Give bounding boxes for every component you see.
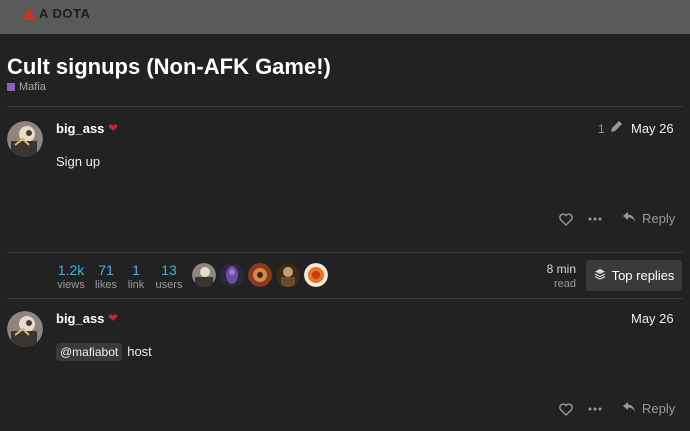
like-heart-icon[interactable] — [557, 210, 575, 228]
stat-likes[interactable]: 71 likes — [93, 262, 119, 292]
site-header: A DOTA — [0, 0, 690, 34]
logo-text: A DOTA — [39, 5, 91, 21]
stat-label: likes — [94, 279, 117, 291]
post-text: host — [127, 344, 152, 359]
reply-button[interactable]: Reply — [622, 401, 675, 416]
avatar[interactable] — [7, 311, 43, 347]
top-replies-label: Top replies — [611, 268, 675, 283]
divider — [7, 298, 683, 299]
like-heart-icon[interactable] — [557, 400, 575, 418]
participant-avatar[interactable] — [192, 263, 216, 287]
heart-icon: ❤ — [108, 121, 119, 135]
read-time: 8 min read — [547, 262, 576, 291]
stat-label: link — [127, 279, 145, 291]
category-badge[interactable]: Mafia — [7, 81, 46, 93]
post-username[interactable]: big_ass — [56, 311, 104, 326]
reply-label: Reply — [642, 211, 676, 226]
stat-value: 1.2k — [57, 262, 85, 278]
stat-views[interactable]: 1.2k views — [56, 262, 86, 292]
site-logo[interactable]: A DOTA — [22, 2, 90, 24]
participant-avatar[interactable] — [276, 263, 300, 287]
post-content: @mafiabot host — [56, 343, 152, 361]
stat-value: 1 — [132, 262, 140, 278]
more-options-icon[interactable] — [586, 210, 604, 228]
read-time-label: read — [553, 278, 576, 290]
edit-history[interactable]: 1 — [598, 120, 623, 137]
stat-links[interactable]: 1 link — [126, 262, 146, 292]
post-content: Sign up — [56, 154, 101, 169]
stat-value: 71 — [98, 262, 114, 278]
divider — [7, 106, 683, 107]
post-date[interactable]: May 26 — [631, 121, 674, 136]
layers-icon — [594, 268, 606, 283]
top-replies-button[interactable]: Top replies — [586, 260, 682, 291]
more-options-icon[interactable] — [586, 400, 604, 418]
post-date[interactable]: May 26 — [631, 311, 674, 326]
reply-arrow-icon — [622, 401, 636, 416]
read-time-value: 8 min — [546, 262, 576, 276]
category-color-swatch — [7, 83, 15, 91]
logo-mark-icon — [22, 6, 36, 20]
participant-avatar[interactable] — [304, 263, 328, 287]
topic-title[interactable]: Cult signups (Non-AFK Game!) — [7, 54, 331, 80]
stat-label: views — [57, 279, 85, 291]
post-username[interactable]: big_ass — [56, 121, 104, 136]
divider — [7, 252, 683, 253]
mention-link[interactable]: @mafiabot — [56, 343, 123, 361]
avatar[interactable] — [7, 121, 43, 157]
stat-value: 13 — [161, 262, 177, 278]
pencil-icon — [609, 120, 623, 137]
participant-avatar[interactable] — [248, 263, 272, 287]
category-name: Mafia — [19, 81, 46, 93]
edit-count: 1 — [598, 121, 605, 136]
stat-users[interactable]: 13 users — [154, 262, 184, 292]
heart-icon: ❤ — [108, 311, 119, 325]
reply-button[interactable]: Reply — [622, 211, 675, 226]
participant-avatar[interactable] — [220, 263, 244, 287]
reply-label: Reply — [642, 401, 676, 416]
reply-arrow-icon — [622, 211, 636, 226]
stat-label: users — [155, 279, 183, 291]
